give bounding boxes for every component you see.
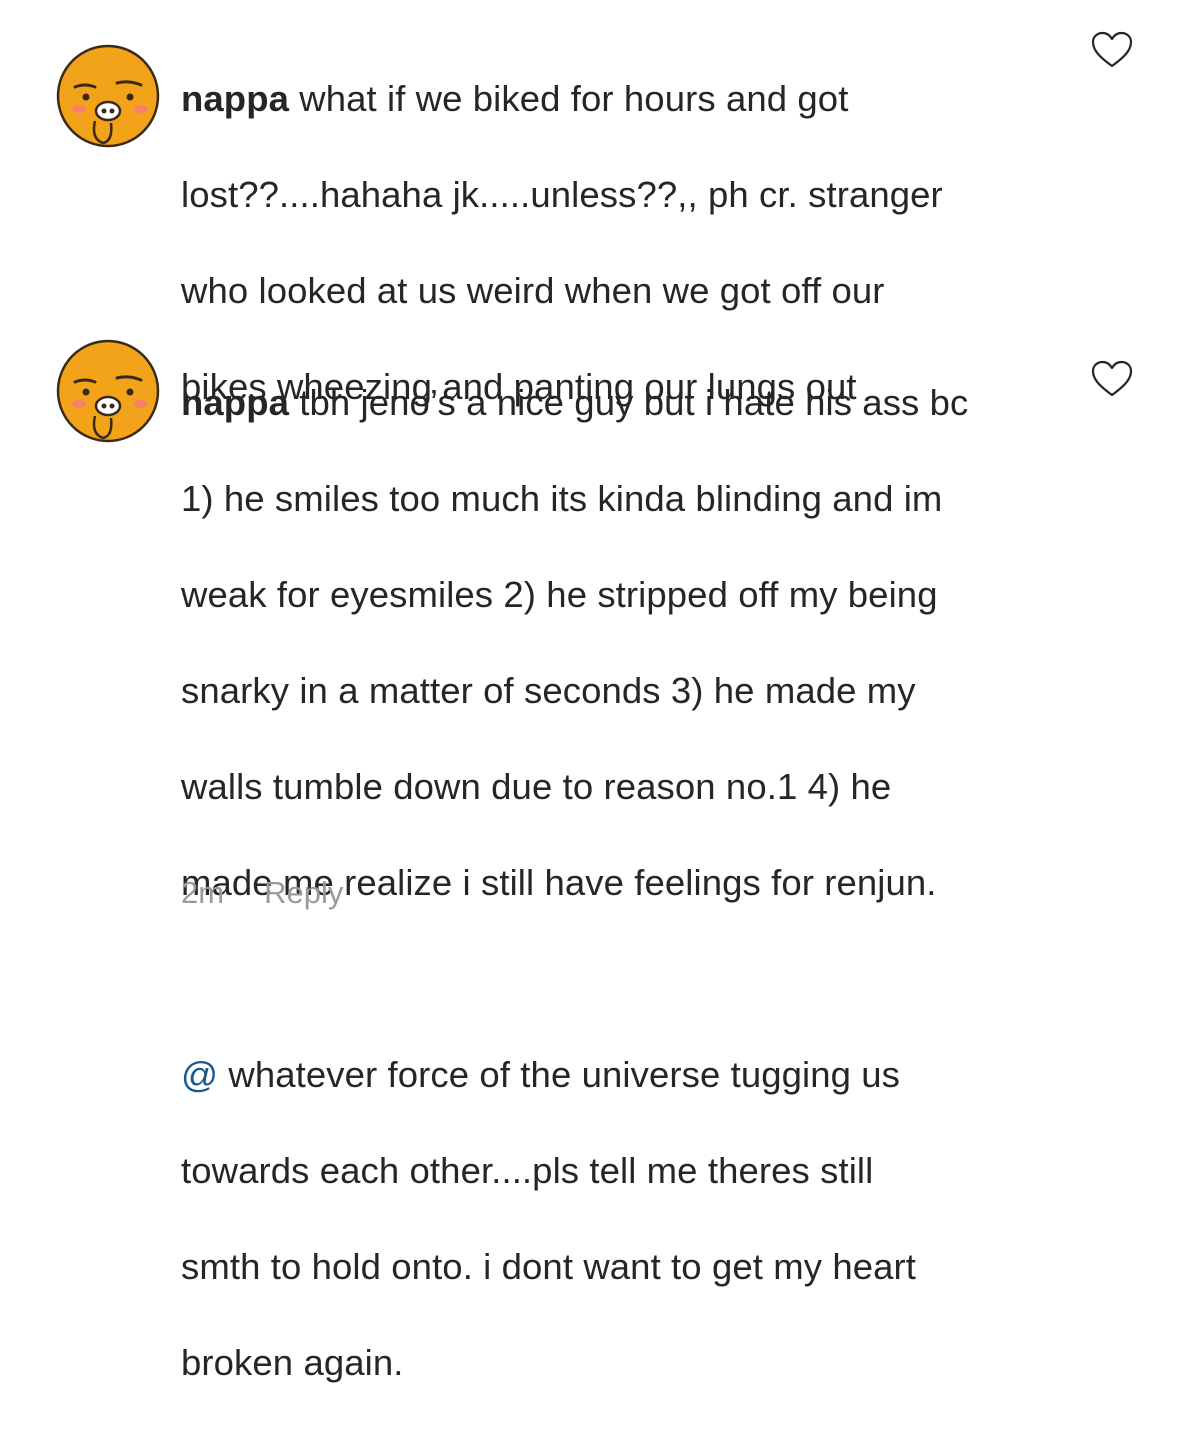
avatar[interactable] <box>55 43 161 149</box>
comment-text-segment: tbh jeno’s a nice guy but i hate his ass… <box>289 382 969 423</box>
comment-line: weak for eyesmiles 2) he stripped off my… <box>181 574 938 615</box>
avatar[interactable] <box>55 338 161 444</box>
comment-line: towards each other....pls tell me theres… <box>181 1150 874 1191</box>
comment-meta: 2m Reply <box>181 875 343 911</box>
comment-text-segment: whatever force of the universe tugging u… <box>218 1054 901 1095</box>
mention-link[interactable]: @ <box>181 1054 218 1095</box>
username-link[interactable]: nappa <box>181 382 289 423</box>
timestamp: 2m <box>181 875 225 910</box>
comment-text-segment: what if we biked for hours and got <box>289 78 849 119</box>
comment-line: broken again. <box>181 1342 404 1383</box>
comment-line: 1) he smiles too much its kinda blinding… <box>181 478 943 519</box>
comment-line: nappa what if we biked for hours and got <box>181 75 943 123</box>
heart-outline-icon <box>1091 31 1133 68</box>
like-button[interactable] <box>1091 31 1133 69</box>
comment-line: lost??....hahaha jk.....unless??,, ph cr… <box>181 174 943 215</box>
like-button[interactable] <box>1091 360 1133 398</box>
heart-outline-icon <box>1091 360 1133 397</box>
comment-line: nappa tbh jeno’s a nice guy but i hate h… <box>181 379 968 427</box>
comment-line: walls tumble down due to reason no.1 4) … <box>181 766 892 807</box>
ryan-bear-avatar-icon <box>56 339 160 443</box>
comment-line: smth to hold onto. i dont want to get my… <box>181 1246 917 1287</box>
ryan-bear-avatar-icon <box>56 44 160 148</box>
reply-button[interactable]: Reply <box>264 875 343 911</box>
comment-line: @ whatever force of the universe tugging… <box>181 1051 968 1099</box>
comment-line: who looked at us weird when we got off o… <box>181 270 885 311</box>
comment-line: snarky in a matter of seconds 3) he made… <box>181 670 916 711</box>
username-link[interactable]: nappa <box>181 78 289 119</box>
